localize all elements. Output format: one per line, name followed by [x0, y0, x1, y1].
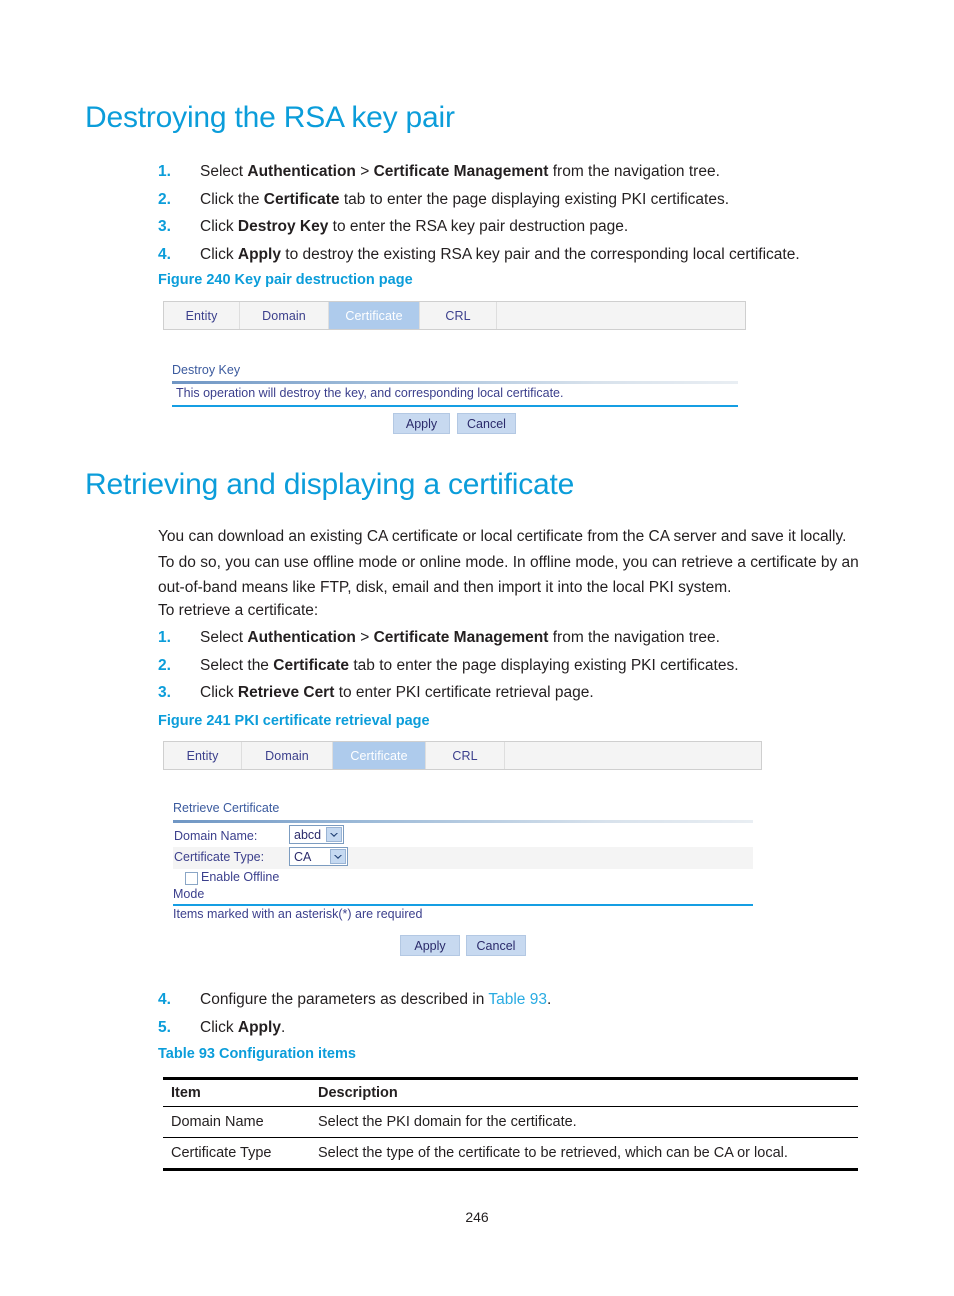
tab-bar: Entity Domain Certificate CRL	[163, 741, 762, 770]
tab-bar-filler	[505, 742, 761, 769]
figure-241-caption: Figure 241 PKI certificate retrieval pag…	[158, 713, 430, 729]
tab-label: CRL	[452, 748, 478, 763]
list-item-text: Click Apply.	[200, 1018, 286, 1036]
figure-240-caption: Figure 240 Key pair destruction page	[158, 272, 413, 288]
configuration-items-table: Item Description Domain Name Select the …	[163, 1077, 858, 1171]
tab-label: Domain	[265, 748, 309, 763]
list-item-number: 2.	[158, 190, 171, 208]
page-number: 246	[465, 1209, 489, 1225]
panel-rule	[173, 820, 753, 823]
column-header-item: Item	[163, 1077, 318, 1107]
tab-certificate[interactable]: Certificate	[333, 742, 426, 769]
domain-name-select[interactable]: abcd	[289, 825, 344, 844]
figure-240-screenshot: Entity Domain Certificate CRL Destroy Ke…	[163, 301, 746, 436]
table-row: Domain Name Select the PKI domain for th…	[163, 1106, 858, 1138]
cell-description: Select the PKI domain for the certificat…	[318, 1106, 858, 1138]
list-item-number: 3.	[158, 684, 171, 701]
chevron-down-icon	[330, 849, 346, 864]
tab-label: Entity	[186, 748, 219, 763]
list-item-number: 1.	[158, 163, 171, 180]
page-title-destroying-rsa-key-pair: Destroying the RSA key pair	[85, 101, 455, 134]
table-row: Certificate Type Select the type of the …	[163, 1137, 858, 1171]
certificate-type-select[interactable]: CA	[289, 847, 348, 866]
intro-paragraph: You can download an existing CA certific…	[158, 528, 859, 596]
procedure-list-retrieve-cert: 1. Select Authentication > Certificate M…	[158, 624, 870, 707]
list-item: 1. Select Authentication > Certificate M…	[158, 624, 870, 652]
tab-entity[interactable]: Entity	[164, 302, 240, 329]
certificate-type-label: Certificate Type:	[174, 850, 265, 864]
cancel-button-label: Cancel	[467, 416, 506, 431]
panel-rule	[172, 381, 738, 384]
list-item: 2. Click the Certificate tab to enter th…	[158, 186, 870, 214]
list-item: 4. Click Apply to destroy the existing R…	[158, 241, 870, 269]
certificate-type-value: CA	[294, 849, 312, 864]
list-item: 1. Select Authentication > Certificate M…	[158, 158, 870, 186]
tab-label: Certificate	[345, 308, 403, 323]
cell-item: Domain Name	[163, 1106, 318, 1138]
tab-label: Domain	[262, 308, 306, 323]
domain-name-label: Domain Name:	[174, 829, 258, 843]
procedure-list-configure-apply: 4. Configure the parameters as described…	[158, 986, 870, 1041]
tab-certificate[interactable]: Certificate	[329, 302, 420, 329]
tab-domain[interactable]: Domain	[242, 742, 333, 769]
table-93-link[interactable]: Table 93	[488, 991, 547, 1008]
enable-offline-mode-label-line1: Enable Offline	[201, 870, 280, 884]
list-item-text: Click Retrieve Cert to enter PKI certifi…	[200, 684, 594, 701]
tab-bar-filler	[497, 302, 745, 329]
list-item-text: Click Destroy Key to enter the RSA key p…	[200, 218, 629, 235]
list-item-number: 2.	[158, 656, 171, 674]
tab-label: Certificate	[350, 748, 408, 763]
list-item-number: 1.	[158, 629, 171, 646]
list-item-number: 3.	[158, 218, 171, 235]
column-header-description: Description	[318, 1077, 858, 1107]
enable-offline-mode-label-line2: Mode	[173, 887, 205, 901]
apply-button-label: Apply	[414, 938, 446, 953]
tab-label: Entity	[185, 308, 218, 323]
list-item-text: Click Apply to destroy the existing RSA …	[200, 245, 800, 263]
apply-button-label: Apply	[405, 416, 438, 431]
list-item: 3. Click Destroy Key to enter the RSA ke…	[158, 213, 870, 241]
table-93-caption: Table 93 Configuration items	[158, 1046, 356, 1062]
list-item-number: 4.	[158, 245, 171, 263]
list-item-text: Select the Certificate tab to enter the …	[200, 656, 739, 674]
list-item: 2. Select the Certificate tab to enter t…	[158, 652, 870, 680]
tab-bar: Entity Domain Certificate CRL	[163, 301, 746, 330]
list-item-number: 5.	[158, 1018, 171, 1036]
tab-entity[interactable]: Entity	[164, 742, 242, 769]
panel-title-destroy-key: Destroy Key	[172, 363, 241, 377]
tab-label: CRL	[445, 308, 471, 323]
enable-offline-mode-checkbox[interactable]	[185, 872, 198, 885]
table-header-row: Item Description	[163, 1077, 858, 1107]
procedure-list-destroy-key: 1. Select Authentication > Certificate M…	[158, 158, 870, 268]
list-item-text: Select Authentication > Certificate Mana…	[200, 163, 720, 180]
cell-item: Certificate Type	[163, 1137, 318, 1171]
tab-crl[interactable]: CRL	[426, 742, 505, 769]
apply-button[interactable]: Apply	[400, 935, 460, 956]
list-item-number: 4.	[158, 991, 171, 1008]
list-item-text: Click the Certificate tab to enter the p…	[200, 190, 730, 208]
panel-bottom-rule	[172, 405, 738, 407]
list-item: 3. Click Retrieve Cert to enter PKI cert…	[158, 679, 870, 707]
list-item: 4. Configure the parameters as described…	[158, 986, 870, 1014]
cancel-button[interactable]: Cancel	[466, 935, 526, 956]
cell-description: Select the type of the certificate to be…	[318, 1137, 858, 1171]
cancel-button-label: Cancel	[476, 938, 516, 953]
domain-name-value: abcd	[294, 827, 322, 842]
to-retrieve-paragraph: To retrieve a certificate:	[158, 602, 319, 619]
list-item: 5. Click Apply.	[158, 1014, 870, 1042]
required-items-note: Items marked with an asterisk(*) are req…	[173, 907, 423, 921]
panel-title-retrieve-certificate: Retrieve Certificate	[173, 801, 280, 815]
tab-crl[interactable]: CRL	[420, 302, 497, 329]
page-title-retrieving-displaying-certificate: Retrieving and displaying a certificate	[85, 468, 575, 501]
tab-domain[interactable]: Domain	[240, 302, 329, 329]
document-page: Destroying the RSA key pair 1. Select Au…	[0, 0, 954, 1296]
cancel-button[interactable]: Cancel	[457, 413, 516, 434]
chevron-down-icon	[326, 827, 342, 842]
list-item-text: Configure the parameters as described in…	[200, 991, 552, 1008]
destroy-key-message: This operation will destroy the key, and…	[176, 386, 564, 400]
list-item-text: Select Authentication > Certificate Mana…	[200, 629, 720, 646]
panel-bottom-rule	[173, 904, 753, 906]
apply-button[interactable]: Apply	[393, 413, 450, 434]
figure-241-screenshot: Entity Domain Certificate CRL Retrieve C…	[163, 741, 762, 966]
